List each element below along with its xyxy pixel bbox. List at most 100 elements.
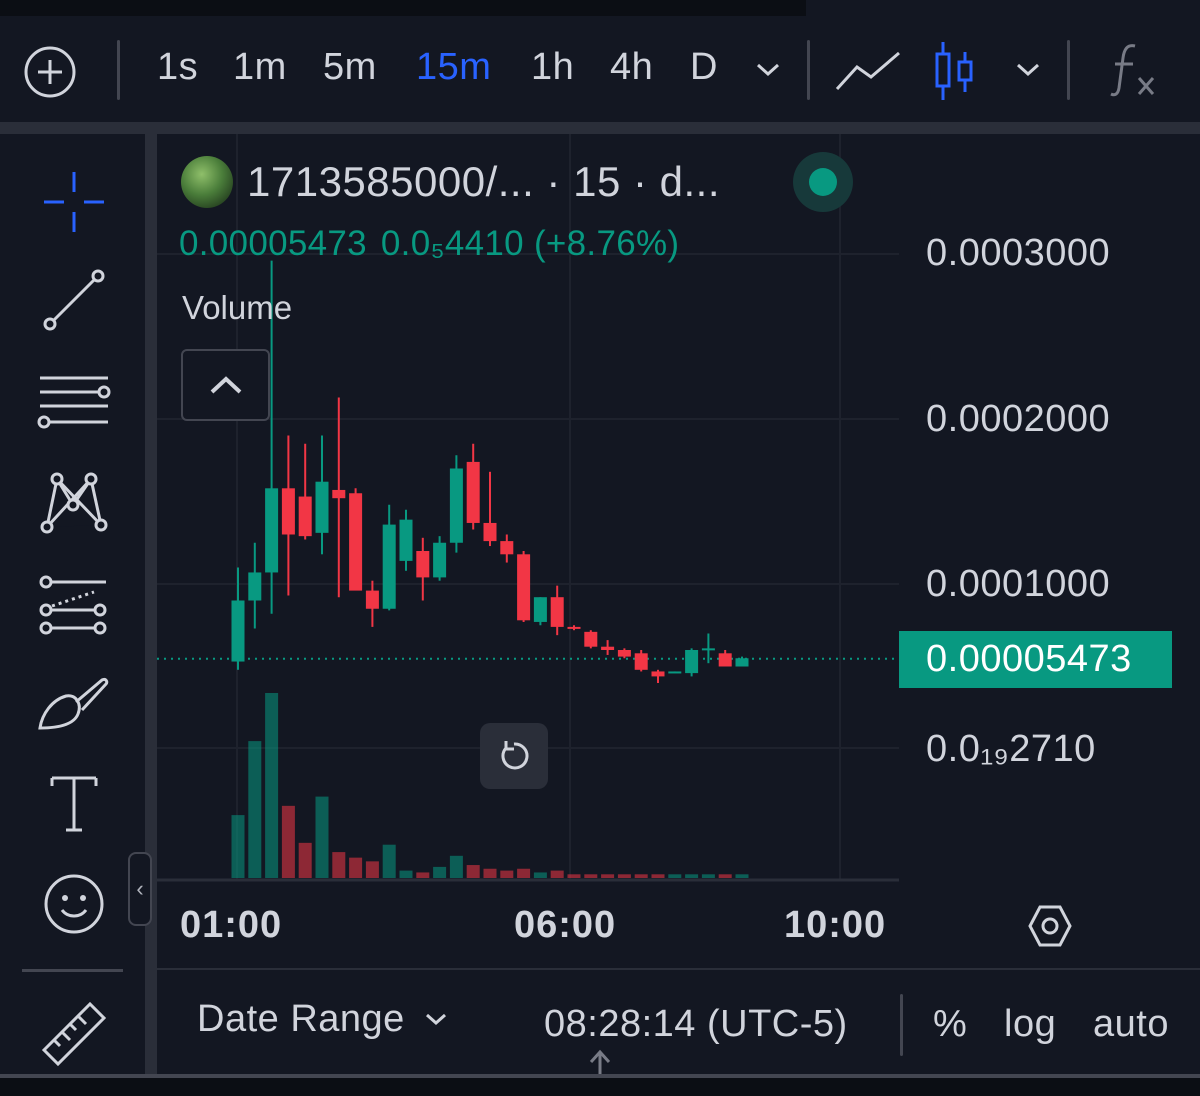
clock-timezone[interactable]: 08:28:14 (UTC-5) xyxy=(544,1003,848,1046)
price-values: 0.00005473 0.0₅4410 (+8.76%) xyxy=(179,224,693,264)
volume-bar xyxy=(701,874,715,878)
candle-body xyxy=(349,493,363,591)
forecast-tool[interactable] xyxy=(26,564,122,644)
timeframe-dropdown-button[interactable] xyxy=(748,52,788,88)
candle-body xyxy=(248,572,262,601)
price-axis-label: 0.0₁₉2710 xyxy=(926,728,1096,770)
candle-body xyxy=(365,590,379,609)
candle-body xyxy=(584,631,598,647)
candles-chart-type-button[interactable] xyxy=(928,38,978,104)
drawing-toolbar xyxy=(0,134,145,1074)
timeframe-15m[interactable]: 15m xyxy=(416,46,491,89)
horizontal-lines-icon xyxy=(37,376,111,429)
hide-toolbar-button[interactable]: ‹ xyxy=(128,852,152,926)
volume-bar xyxy=(483,868,497,878)
chevron-up-icon xyxy=(210,376,241,394)
indicators-button[interactable] xyxy=(1106,40,1162,100)
chart-type-dropdown-button[interactable] xyxy=(1008,52,1048,88)
live-dot-icon xyxy=(809,168,837,196)
volume-bar xyxy=(332,852,346,878)
volume-bar xyxy=(315,796,329,878)
timeframe-D[interactable]: D xyxy=(690,46,718,89)
volume-bar xyxy=(433,866,447,878)
text-tool[interactable] xyxy=(26,764,122,844)
text-t-icon xyxy=(50,776,98,832)
date-range-button[interactable]: Date Range xyxy=(197,998,447,1041)
candle-body xyxy=(449,468,463,543)
market-status-indicator[interactable] xyxy=(793,152,853,212)
candle-body xyxy=(601,646,615,650)
chevron-down-icon xyxy=(756,63,780,77)
window-strip xyxy=(0,0,806,16)
candle-body xyxy=(416,551,430,578)
timeframe-5m[interactable]: 5m xyxy=(323,46,377,89)
volume-bar xyxy=(231,815,245,878)
volume-indicator-label[interactable]: Volume xyxy=(182,289,292,327)
price-axis-label: 0.0002000 xyxy=(926,398,1111,440)
toolbar-separator xyxy=(807,40,810,100)
timeframe-1s[interactable]: 1s xyxy=(157,46,198,89)
pattern-tool[interactable] xyxy=(26,462,122,542)
candle-body xyxy=(231,600,245,662)
smiley-icon xyxy=(44,874,104,934)
timeframe-4h[interactable]: 4h xyxy=(610,46,653,89)
volume-bar xyxy=(584,874,598,878)
line-chart-icon xyxy=(835,51,900,91)
brush-icon xyxy=(38,678,109,730)
brush-tool[interactable] xyxy=(26,664,122,744)
time-axis-label: 06:00 xyxy=(514,904,617,946)
timeframe-1h[interactable]: 1h xyxy=(531,46,574,89)
refresh-icon xyxy=(501,741,529,770)
candle-body xyxy=(651,671,665,677)
candle-body xyxy=(382,524,396,609)
toolbar-separator xyxy=(1067,40,1070,100)
crosshair-icon xyxy=(44,172,104,232)
function-fx-icon xyxy=(1110,44,1155,97)
candle-body xyxy=(483,522,497,542)
emoji-tool[interactable] xyxy=(26,864,122,944)
collapse-legend-button[interactable] xyxy=(181,349,270,421)
bottom-separator xyxy=(900,994,903,1056)
candle-body xyxy=(466,461,480,523)
chart-pane[interactable]: 1713585000/... · 15 · d... 0.00005473 0.0… xyxy=(157,134,1200,968)
ruler-icon xyxy=(41,1001,107,1067)
projection-lines-icon xyxy=(39,575,107,635)
chevron-down-icon xyxy=(1016,63,1040,77)
volume-bar xyxy=(500,870,514,878)
line-chart-type-button[interactable] xyxy=(834,44,902,98)
volume-bar xyxy=(382,844,396,878)
volume-bar xyxy=(365,861,379,878)
log-scale-toggle[interactable]: log xyxy=(1004,1003,1056,1046)
chevron-left-icon: ‹ xyxy=(136,876,144,901)
trend-line-tool[interactable] xyxy=(26,260,122,340)
symbol-legend[interactable]: 1713585000/... · 15 · d... xyxy=(181,156,720,208)
volume-bar xyxy=(718,874,732,878)
volume-bar xyxy=(349,857,363,878)
candle-body xyxy=(315,481,329,533)
symbol-title: 1713585000/... · 15 · d... xyxy=(247,158,720,205)
candle-body xyxy=(332,489,346,499)
volume-bar xyxy=(735,874,749,878)
bottom-toolbar: Date Range 08:28:14 (UTC-5) % log auto xyxy=(157,970,1200,1078)
candle-body xyxy=(298,496,312,537)
percent-scale-toggle[interactable]: % xyxy=(933,1003,967,1046)
volume-bar xyxy=(651,874,665,878)
reset-chart-button[interactable] xyxy=(480,723,548,789)
time-axis-label: 10:00 xyxy=(784,904,887,946)
volume-bar xyxy=(617,874,631,878)
candle-body xyxy=(567,626,581,629)
chart-settings-button[interactable] xyxy=(1027,903,1073,954)
crosshair-tool[interactable] xyxy=(26,162,122,242)
timeframe-1m[interactable]: 1m xyxy=(233,46,287,89)
measure-tool[interactable] xyxy=(26,994,122,1074)
candle-body xyxy=(668,671,682,674)
fib-retracement-tool[interactable] xyxy=(26,362,122,442)
top-toolbar: 1s 1m 5m 15m 1h 4h D xyxy=(0,0,1200,122)
candle-body xyxy=(265,488,279,573)
add-symbol-button[interactable] xyxy=(22,44,78,100)
price-change: 0.0₅4410 (+8.76%) xyxy=(380,224,680,263)
time-axis-label: 01:00 xyxy=(180,904,283,946)
toolbar-separator xyxy=(117,40,120,100)
plus-circle-icon xyxy=(24,46,76,98)
auto-scale-toggle[interactable]: auto xyxy=(1093,1003,1169,1046)
